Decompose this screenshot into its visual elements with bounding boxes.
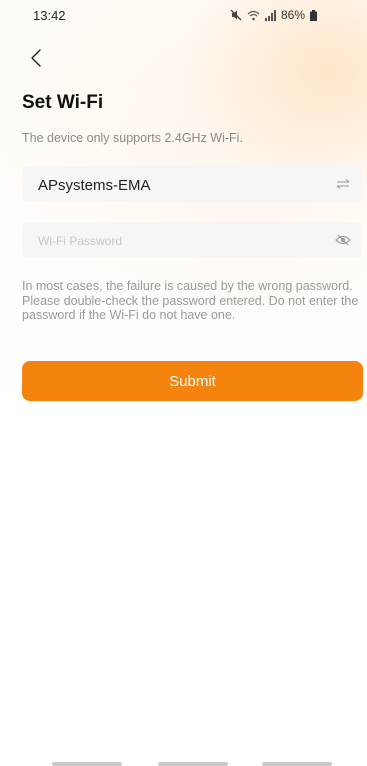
submit-button[interactable]: Submit (22, 361, 363, 401)
nav-home[interactable] (158, 762, 228, 766)
wifi-icon (247, 10, 260, 21)
page-title: Set Wi-Fi (22, 92, 104, 113)
switch-arrows-icon[interactable] (334, 175, 352, 193)
password-hint: In most cases, the failure is caused by … (22, 279, 359, 322)
page-subtitle: The device only supports 2.4GHz Wi-Fi. (22, 131, 243, 145)
status-time: 13:42 (33, 8, 66, 23)
status-bar: 13:42 86% (0, 0, 367, 36)
nav-back[interactable] (262, 762, 332, 766)
system-nav-bar (0, 752, 367, 766)
password-field (22, 222, 362, 260)
ssid-field (22, 166, 362, 204)
password-input[interactable] (36, 222, 330, 260)
ssid-input[interactable] (36, 166, 330, 204)
nav-recent-apps[interactable] (52, 762, 122, 766)
back-button[interactable] (22, 46, 50, 74)
status-icons: 86% (230, 8, 318, 22)
signal-icon (265, 9, 276, 21)
mute-icon (230, 9, 242, 21)
chevron-left-icon (30, 48, 42, 73)
battery-icon (310, 9, 318, 21)
eye-off-icon[interactable] (334, 231, 352, 249)
battery-percentage: 86% (281, 8, 306, 22)
